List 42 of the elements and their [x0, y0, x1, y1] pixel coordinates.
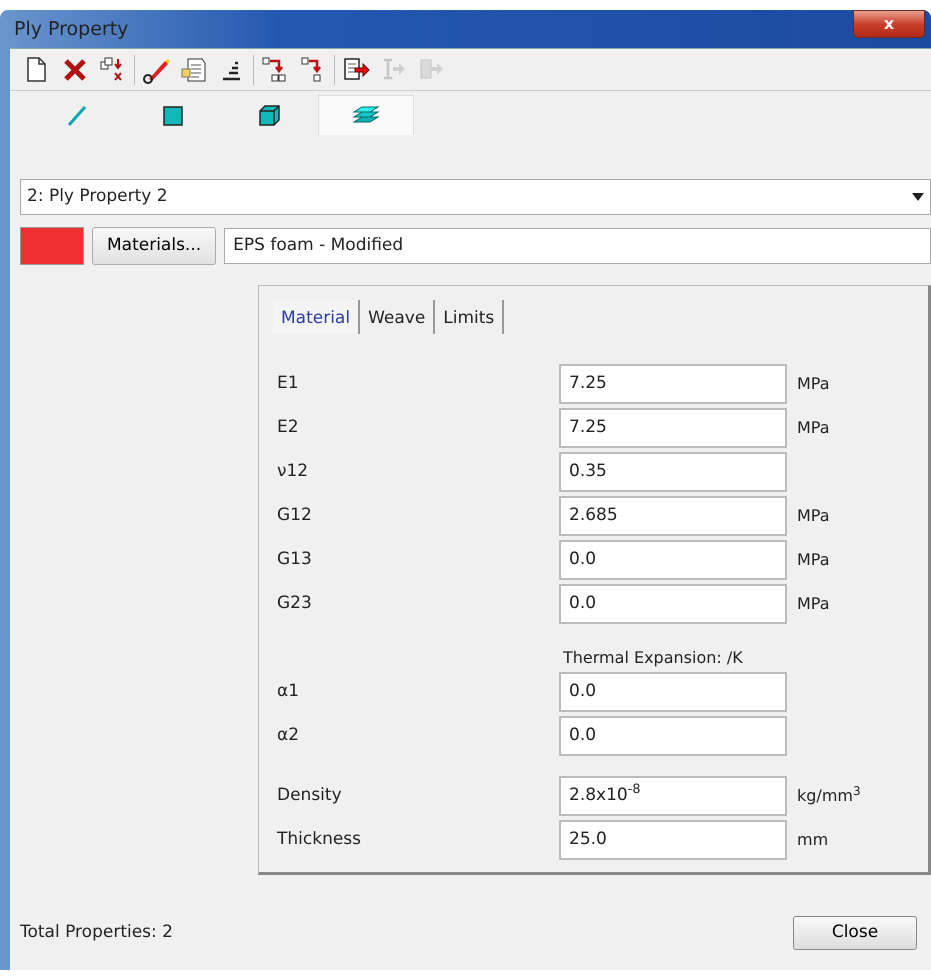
- property-dropdown[interactable]: 2: Ply Property 2: [20, 179, 931, 215]
- value-field[interactable]: 25.0: [559, 820, 787, 860]
- value-field[interactable]: 0.0: [559, 672, 787, 712]
- value-field[interactable]: 2.8x10$^{-8}$: [559, 776, 787, 816]
- field-label: G13: [276, 548, 313, 572]
- color-swatch[interactable]: [20, 227, 84, 265]
- materials-button[interactable]: Materials...: [92, 227, 216, 265]
- unit-label: MPa: [796, 373, 830, 395]
- field-label: G12: [276, 504, 313, 528]
- value-field[interactable]: 0.0: [559, 716, 787, 756]
- field-label: α2: [276, 724, 300, 748]
- value-field[interactable]: 7.25: [559, 408, 787, 448]
- field-label: E1: [276, 372, 300, 396]
- field-label: G23: [276, 592, 313, 616]
- value-field[interactable]: 2.685: [559, 496, 787, 536]
- value-field[interactable]: 0.0: [559, 584, 787, 624]
- window-close-button[interactable]: x: [853, 10, 925, 38]
- dropdown-caret-icon: [912, 193, 924, 201]
- unit-label: MPa: [796, 417, 830, 439]
- close-dialog-button[interactable]: Close: [793, 916, 917, 950]
- unit-label: MPa: [796, 505, 830, 527]
- field-label: E2: [276, 416, 300, 440]
- field-label: α1: [276, 680, 300, 704]
- tab[interactable]: Limits: [435, 300, 504, 334]
- thermal-expansion-heading: Thermal Expansion: /K: [563, 647, 744, 669]
- unit-label: kg/mm$^{3}$: [796, 784, 861, 807]
- tab[interactable]: Weave: [360, 300, 436, 334]
- window-title: Ply Property: [14, 16, 128, 42]
- field-label: ν12: [276, 460, 310, 484]
- field-label: Density: [276, 784, 343, 808]
- value-field[interactable]: 0.35: [559, 452, 787, 492]
- unit-label: mm: [796, 829, 828, 851]
- layers-tab[interactable]: [318, 95, 414, 135]
- material-name-field[interactable]: EPS foam - Modified: [224, 228, 931, 264]
- value-field[interactable]: 0.0: [559, 540, 787, 580]
- tab[interactable]: Material: [273, 300, 360, 334]
- dropdown-value: 2: Ply Property 2: [27, 185, 168, 208]
- unit-label: MPa: [796, 549, 830, 571]
- value-field[interactable]: 7.25: [559, 364, 787, 404]
- status-text: Total Properties: 2: [20, 921, 173, 944]
- unit-label: MPa: [796, 593, 830, 615]
- field-label: Thickness: [276, 828, 362, 852]
